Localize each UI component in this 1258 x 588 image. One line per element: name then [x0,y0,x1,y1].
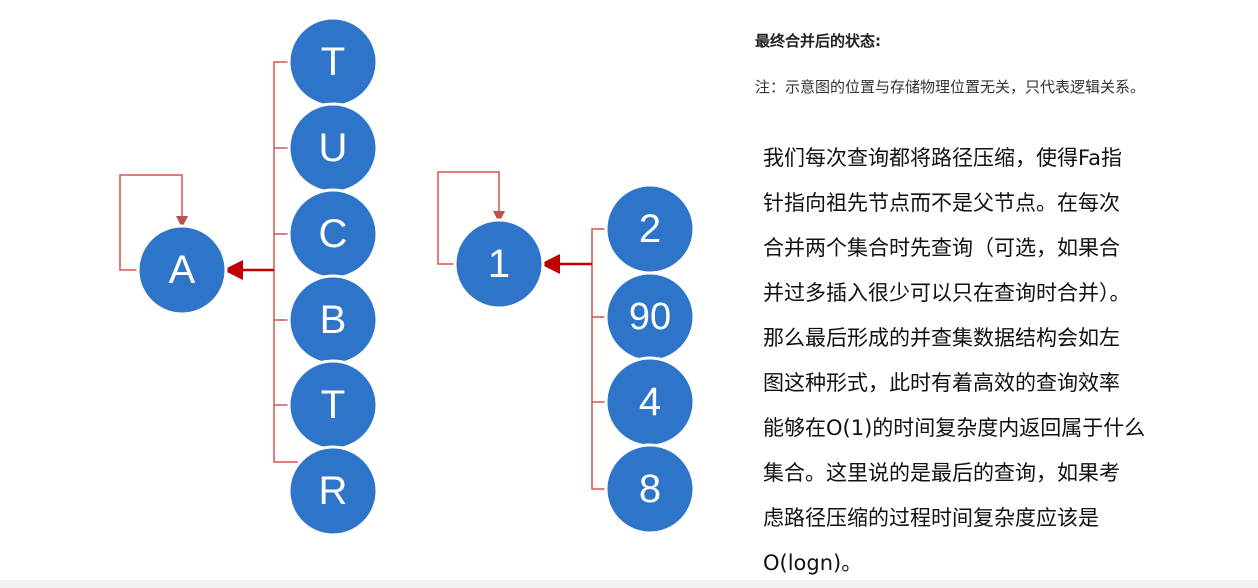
node-child: T [287,359,379,451]
node-label: 2 [639,207,661,251]
node-label: 1 [488,242,510,286]
node-label: T [321,40,345,84]
paragraph-line: 虑路径压缩的过程时间复杂度应该是 [763,506,1099,530]
node-label: C [319,212,348,256]
paragraph-line: 能够在O(1)的时间复杂度内返回属于什么 [763,416,1146,440]
node-label: 90 [629,296,671,338]
node-child: R [287,445,379,537]
node-label: A [169,248,196,292]
paragraph-line: 针指向祖先节点而不是父节点。在每次 [763,191,1120,215]
paragraph-line: 那么最后形成的并查集数据结构会如左 [763,326,1120,350]
node-child: C [287,188,379,280]
node-label: U [319,126,348,170]
node-child: T [287,16,379,108]
node-label: 4 [639,380,661,424]
node-child: B [287,274,379,366]
section-heading: 最终合并后的状态: [755,32,881,50]
node-label: R [319,469,348,513]
node-child: 4 [604,356,696,448]
node-root-a: A [136,224,228,316]
paragraph-line: 我们每次查询都将路径压缩，使得Fa指 [763,146,1123,170]
paragraph-line: 集合。这里说的是最后的查询，如果考 [763,461,1120,485]
bottom-bar [0,580,1258,588]
node-label: 8 [639,467,661,511]
note-text: 注：示意图的位置与存储物理位置无关，只代表逻辑关系。 [755,78,1146,96]
paragraph-line: 图这种形式，此时有着高效的查询效率 [763,371,1120,395]
node-label: T [321,383,345,427]
union-find-diagram: A T U C B T R 1 2 90 4 8 [119,16,696,537]
node-child: U [287,102,379,194]
node-child: 2 [604,183,696,275]
paragraph-line: 并过多插入很少可以只在查询时合并）。 [763,281,1131,305]
node-root-1: 1 [453,218,545,310]
explanation-paragraph: 我们每次查询都将路径压缩，使得Fa指 针指向祖先节点而不是父节点。在每次 合并两… [763,136,1233,586]
node-child: 90 [604,271,696,363]
node-child: 8 [604,443,696,535]
paragraph-line: 合并两个集合时先查询（可选，如果合 [763,236,1120,260]
node-label: B [320,298,347,342]
